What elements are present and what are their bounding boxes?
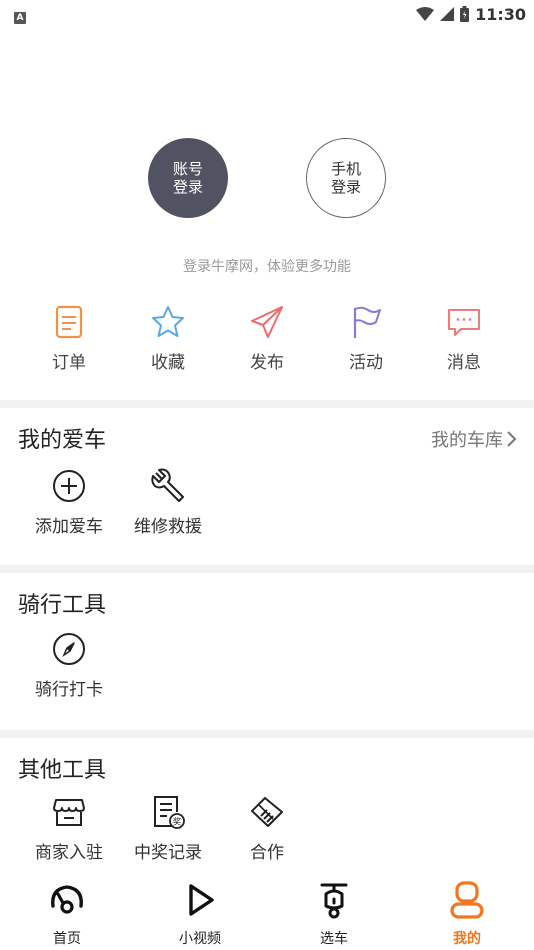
my-garage-label: 我的车库 xyxy=(431,430,503,451)
tab-choose-car[interactable]: 选车 xyxy=(284,880,384,948)
phone-login-button[interactable]: 手机 登录 xyxy=(306,138,386,218)
tab-label: 我的 xyxy=(453,931,481,947)
store-icon xyxy=(53,799,85,826)
quick-action-favorite[interactable]: 收藏 xyxy=(128,304,208,373)
prize-record-button[interactable]: 奖 中奖记录 xyxy=(113,794,223,863)
riding-tools-section: 骑行工具 骑行打卡 xyxy=(0,573,534,730)
wifi-icon xyxy=(416,7,435,21)
status-left: A xyxy=(14,5,26,24)
prize-record-icon: 奖 xyxy=(154,796,185,829)
status-right: 11:30 xyxy=(416,5,526,24)
quick-action-label: 发布 xyxy=(250,353,284,373)
tool-label: 添加爱车 xyxy=(35,517,103,537)
message-icon xyxy=(448,309,480,336)
add-car-button[interactable]: 添加爱车 xyxy=(14,468,124,537)
login-hint: 登录牛摩网，体验更多功能 xyxy=(183,259,351,275)
tab-mine[interactable]: 我的 xyxy=(417,880,517,948)
phone-login-line1: 手机 xyxy=(330,160,361,178)
quick-action-order[interactable]: 订单 xyxy=(29,304,109,373)
quick-action-publish[interactable]: 发布 xyxy=(227,304,307,373)
section-divider xyxy=(0,730,534,738)
section-divider xyxy=(0,400,534,408)
section-title: 其他工具 xyxy=(18,758,107,783)
quick-action-message[interactable]: 消息 xyxy=(424,304,504,373)
tool-label: 维修救援 xyxy=(134,517,202,537)
compass-icon xyxy=(53,633,85,665)
tab-label: 小视频 xyxy=(179,931,221,947)
clock: 11:30 xyxy=(475,4,526,24)
quick-action-label: 消息 xyxy=(447,353,481,373)
play-icon xyxy=(189,884,214,916)
tab-home[interactable]: 首页 xyxy=(17,880,117,948)
prize-badge-text: 奖 xyxy=(173,817,182,828)
account-login-line1: 账号 xyxy=(172,160,203,178)
ride-checkin-button[interactable]: 骑行打卡 xyxy=(14,631,124,700)
account-login-button[interactable]: 账号 登录 xyxy=(148,138,228,218)
section-divider xyxy=(0,565,534,573)
tab-label: 选车 xyxy=(320,931,348,947)
quick-action-activity[interactable]: 活动 xyxy=(326,304,406,373)
repair-rescue-button[interactable]: 维修救援 xyxy=(113,468,223,537)
bottom-tab-bar: 首页 小视频 选车 我的 xyxy=(0,876,534,950)
handshake-icon xyxy=(251,797,283,827)
login-area: 账号 登录 手机 登录 登录牛摩网，体验更多功能 订单 收藏 发布 活动 消息 xyxy=(0,28,534,400)
flag-icon xyxy=(353,306,381,338)
speedometer-icon xyxy=(51,885,83,914)
status-bar: A 11:30 xyxy=(0,0,534,28)
quick-action-label: 订单 xyxy=(52,353,86,373)
section-title: 骑行工具 xyxy=(18,593,107,618)
phone-login-line2: 登录 xyxy=(330,178,361,196)
tab-short-video[interactable]: 小视频 xyxy=(150,880,250,948)
chevron-right-icon xyxy=(507,431,517,447)
section-title: 我的爱车 xyxy=(18,428,107,453)
scooter-icon xyxy=(320,883,348,919)
notification-badge: A xyxy=(14,11,26,24)
tool-label: 商家入驻 xyxy=(35,843,103,863)
wrench-icon xyxy=(151,468,184,502)
battery-icon xyxy=(460,6,470,22)
my-garage-link[interactable]: 我的车库 xyxy=(431,426,518,452)
tab-label: 首页 xyxy=(53,931,81,947)
tool-label: 合作 xyxy=(250,843,284,863)
tool-label: 中奖记录 xyxy=(134,843,202,863)
my-car-section: 我的爱车 我的车库 添加爱车 维修救援 xyxy=(0,408,534,566)
signal-icon xyxy=(440,7,455,21)
add-circle-icon xyxy=(53,470,85,502)
merchant-join-button[interactable]: 商家入驻 xyxy=(14,794,124,863)
order-icon xyxy=(55,305,83,339)
other-tools-section: 其他工具 商家入驻 奖 中奖记录 合作 xyxy=(0,738,534,876)
profile-icon xyxy=(450,881,484,919)
star-icon xyxy=(152,306,184,337)
account-login-line2: 登录 xyxy=(172,178,203,196)
quick-action-label: 收藏 xyxy=(151,353,185,373)
paper-plane-icon xyxy=(251,306,283,338)
quick-action-label: 活动 xyxy=(349,353,383,373)
quick-actions: 订单 收藏 发布 活动 消息 xyxy=(0,304,534,374)
cooperation-button[interactable]: 合作 xyxy=(212,794,322,863)
tool-label: 骑行打卡 xyxy=(35,680,103,700)
